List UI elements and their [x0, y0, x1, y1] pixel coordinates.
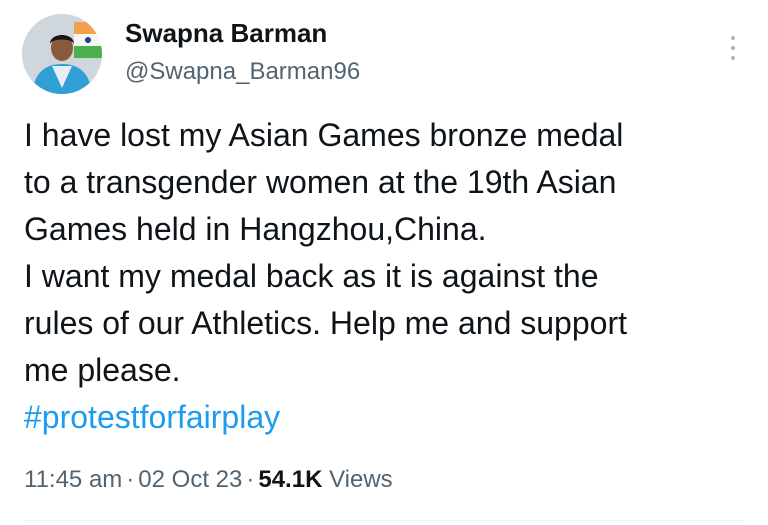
- avatar-photo: [22, 14, 102, 94]
- tweet-text: I have lost my Asian Games bronze medal …: [24, 117, 627, 388]
- tweet-date[interactable]: 02 Oct 23: [138, 466, 242, 493]
- views-label: Views: [329, 466, 393, 493]
- views-count: 54.1K: [258, 466, 323, 493]
- tweet-time[interactable]: 11:45 am: [24, 466, 122, 493]
- tweet-meta: 11:45 am · 02 Oct 23 · 54.1K Views: [24, 464, 393, 496]
- divider: [24, 520, 744, 521]
- hashtag-link[interactable]: #protestforfairplay: [24, 394, 280, 441]
- meta-separator: ·: [246, 466, 255, 493]
- display-name[interactable]: Swapna Barman: [125, 16, 360, 50]
- user-handle[interactable]: @Swapna_Barman96: [125, 56, 360, 88]
- tweet-card: Swapna Barman @Swapna_Barman96 I have lo…: [0, 0, 768, 525]
- user-info[interactable]: Swapna Barman @Swapna_Barman96: [125, 16, 360, 88]
- avatar[interactable]: [22, 14, 102, 94]
- more-vertical-icon[interactable]: [728, 34, 738, 62]
- meta-separator: ·: [126, 466, 135, 493]
